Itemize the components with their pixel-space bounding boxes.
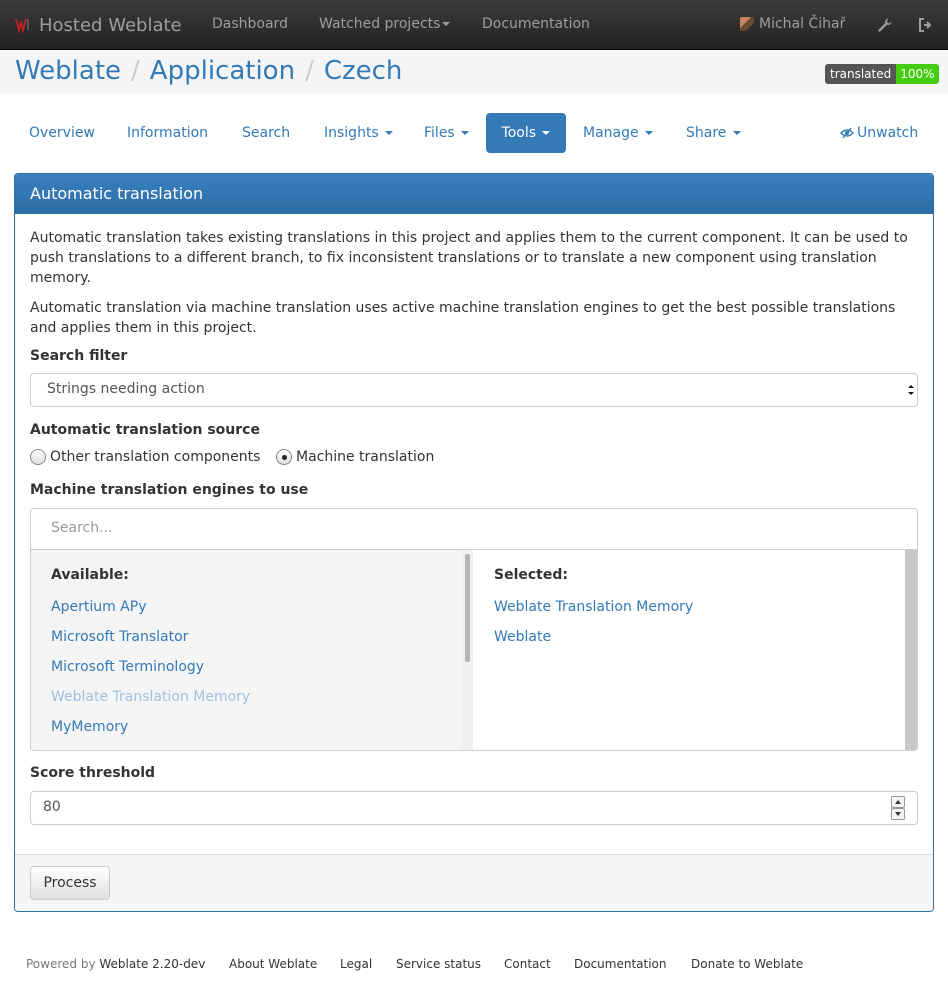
brand-text: Hosted Weblate xyxy=(39,14,182,36)
search-filter-value: Strings needing action xyxy=(47,381,205,397)
tab-share[interactable]: Share xyxy=(686,125,741,141)
breadcrumb-component[interactable]: Application xyxy=(150,56,295,86)
scrollbar-thumb[interactable] xyxy=(465,554,470,662)
user-menu[interactable]: Michal Čihař xyxy=(740,16,845,32)
chevron-down-icon xyxy=(542,131,551,135)
footer-link-status[interactable]: Service status xyxy=(396,957,481,971)
nav-documentation[interactable]: Documentation xyxy=(482,16,590,32)
breadcrumb-separator: / xyxy=(131,56,140,86)
panel-footer: Process xyxy=(15,854,933,911)
radio-other-label: Other translation components xyxy=(50,449,261,465)
weblate-logo-icon xyxy=(15,18,29,34)
tab-insights[interactable]: Insights xyxy=(324,125,394,141)
brand-link[interactable]: Hosted Weblate xyxy=(14,13,182,37)
radio-machine-translation[interactable] xyxy=(276,449,292,465)
chevron-down-icon xyxy=(385,131,394,135)
tab-manage-label: Manage xyxy=(583,125,639,141)
engines-search-input[interactable]: Search... xyxy=(31,509,917,550)
tab-files-label: Files xyxy=(424,125,455,141)
available-title: Available: xyxy=(51,567,129,583)
unwatch-label: Unwatch xyxy=(857,125,919,141)
selected-title: Selected: xyxy=(494,567,568,583)
spin-down-icon[interactable] xyxy=(891,808,905,820)
score-threshold-input[interactable]: 80 xyxy=(30,791,918,825)
engines-multiselect: Search... Available: Apertium APy Micros… xyxy=(30,508,918,751)
top-navbar: Hosted Weblate Dashboard Watched project… xyxy=(0,0,948,50)
available-scrollbar[interactable] xyxy=(461,550,473,750)
nav-watched-projects-label: Watched projects xyxy=(319,16,441,32)
panel-title: Automatic translation xyxy=(15,174,933,214)
badge-value: 100% xyxy=(896,64,939,84)
source-radio-other[interactable]: Other translation components xyxy=(30,449,260,465)
available-engine-item[interactable]: Microsoft Translator xyxy=(51,629,188,645)
selected-engines-list: Selected: Weblate Translation Memory Web… xyxy=(474,550,917,750)
sign-out-icon[interactable] xyxy=(918,17,934,33)
tab-search[interactable]: Search xyxy=(242,125,290,141)
search-filter-label: Search filter xyxy=(30,348,128,364)
footer-link-contact[interactable]: Contact xyxy=(504,957,551,971)
avatar xyxy=(740,17,754,31)
source-radio-machine[interactable]: Machine translation xyxy=(276,449,434,465)
breadcrumb-language[interactable]: Czech xyxy=(324,56,403,86)
available-engine-item[interactable]: Apertium APy xyxy=(51,599,146,615)
available-engine-item[interactable]: Microsoft Terminology xyxy=(51,659,204,675)
nav-watched-projects[interactable]: Watched projects xyxy=(319,16,451,32)
footer-link-about[interactable]: About Weblate xyxy=(229,957,317,971)
radio-machine-label: Machine translation xyxy=(296,449,435,465)
tab-manage[interactable]: Manage xyxy=(583,125,654,141)
footer-link-donate[interactable]: Donate to Weblate xyxy=(691,957,803,971)
nav-dashboard[interactable]: Dashboard xyxy=(212,16,288,32)
number-spinner[interactable] xyxy=(891,796,905,820)
chevron-down-icon xyxy=(645,131,654,135)
chevron-down-icon xyxy=(732,131,741,135)
wrench-icon[interactable] xyxy=(876,17,892,33)
unwatch-button[interactable]: Unwatch xyxy=(840,125,918,141)
radio-other-components[interactable] xyxy=(30,449,46,465)
process-button[interactable]: Process xyxy=(30,866,110,900)
tab-insights-label: Insights xyxy=(324,125,379,141)
machine-translation-paragraph: Automatic translation via machine transl… xyxy=(30,300,896,336)
translation-source-label: Automatic translation source xyxy=(30,422,260,438)
engines-label: Machine translation engines to use xyxy=(30,482,309,498)
translated-badge[interactable]: translated 100% xyxy=(825,64,939,84)
selected-engine-item[interactable]: Weblate xyxy=(494,629,551,645)
chevron-down-icon xyxy=(461,131,470,135)
breadcrumb: Weblate / Application / Czech xyxy=(15,56,402,86)
spin-up-icon[interactable] xyxy=(891,796,905,808)
tab-share-label: Share xyxy=(686,125,727,141)
user-name: Michal Čihař xyxy=(759,16,846,32)
footer-link-documentation[interactable]: Documentation xyxy=(574,957,667,971)
selected-scrollbar[interactable] xyxy=(905,550,917,750)
selected-engine-item[interactable]: Weblate Translation Memory xyxy=(494,599,693,615)
tab-files[interactable]: Files xyxy=(424,125,470,141)
select-arrows-icon xyxy=(907,376,915,404)
breadcrumb-separator: / xyxy=(305,56,314,86)
available-engine-item-disabled: Weblate Translation Memory xyxy=(51,689,251,705)
tab-information[interactable]: Information xyxy=(127,125,208,141)
tab-tools[interactable]: Tools xyxy=(486,113,566,153)
badge-label: translated xyxy=(825,64,897,84)
description-paragraph: Automatic translation takes existing tra… xyxy=(30,230,908,286)
breadcrumb-project-group[interactable]: Weblate xyxy=(15,56,121,86)
footer-link-legal[interactable]: Legal xyxy=(340,957,372,971)
eye-slash-icon xyxy=(840,127,854,139)
available-engine-item[interactable]: MyMemory xyxy=(51,719,128,735)
score-threshold-value: 80 xyxy=(43,799,61,815)
search-filter-select[interactable]: Strings needing action xyxy=(30,373,918,407)
tab-tools-label: Tools xyxy=(501,125,537,141)
footer-weblate-version-link[interactable]: Weblate 2.20-dev xyxy=(99,957,205,971)
tab-overview[interactable]: Overview xyxy=(29,125,95,141)
score-threshold-label: Score threshold xyxy=(30,765,156,781)
available-engines-list: Available: Apertium APy Microsoft Transl… xyxy=(31,550,473,750)
footer-powered-by: Powered by Weblate 2.20-dev xyxy=(26,957,205,971)
chevron-down-icon xyxy=(442,22,451,26)
footer-powered-prefix: Powered by xyxy=(26,957,96,971)
